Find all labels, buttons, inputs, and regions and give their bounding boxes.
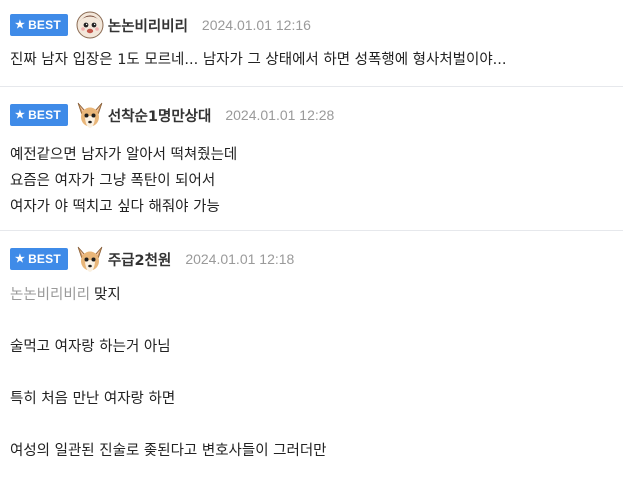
comment-timestamp: 2024.01.01 12:28 xyxy=(225,107,335,123)
avatar-icon[interactable] xyxy=(76,101,104,129)
star-icon: ★ xyxy=(15,252,26,265)
comment-item: ★ BEST 선착순1명만상대 2024.01.01 12:28 예전같으면 남… xyxy=(0,87,623,231)
comment-body: 논논비리비리 맞지 술먹고 여자랑 하는거 아님 특히 처음 만난 여자랑 하면 … xyxy=(10,282,327,464)
best-badge-label: BEST xyxy=(28,108,61,122)
comment-line-blank xyxy=(10,412,327,438)
comment-line: 여성의 일관된 진술로 좆된다고 변호사들이 그러더만 xyxy=(10,443,327,459)
comment-line: 특히 처음 만난 여자랑 하면 xyxy=(10,391,176,407)
comment-line: 진짜 남자 입장은 1도 모르네... 남자가 그 상태에서 하면 성폭행에 형… xyxy=(10,52,507,68)
comment-author[interactable]: 논논비리비리 xyxy=(108,15,188,36)
comment-line: 논논비리비리 맞지 xyxy=(10,282,327,308)
best-badge-label: BEST xyxy=(28,252,61,266)
comment-line-blank xyxy=(10,308,327,334)
comment-body: 진짜 남자 입장은 1도 모르네... 남자가 그 상태에서 하면 성폭행에 형… xyxy=(10,47,507,73)
best-badge: ★ BEST xyxy=(10,248,68,270)
comment-author[interactable]: 주급2천원 xyxy=(108,249,171,270)
comment-line: 여자가 야 떡치고 싶다 해줘야 가능 xyxy=(10,199,220,215)
comment-header: ★ BEST 선착순1명만상대 2024.01.01 12:28 xyxy=(10,100,334,130)
comment-line: 술먹고 여자랑 하는거 아님 xyxy=(10,339,171,355)
comment-line: 예전같으면 남자가 알아서 떡쳐줬는데 xyxy=(10,147,238,163)
comment-header: ★ BEST 논논비리비리 2024.01.01 12:16 xyxy=(10,10,311,40)
star-icon: ★ xyxy=(15,108,26,121)
comment-author[interactable]: 선착순1명만상대 xyxy=(108,105,211,126)
comment-line-text: 맞지 xyxy=(94,287,121,303)
avatar-icon[interactable] xyxy=(76,245,104,273)
best-badge: ★ BEST xyxy=(10,104,68,126)
comment-timestamp: 2024.01.01 12:18 xyxy=(185,251,295,267)
reply-mention[interactable]: 논논비리비리 xyxy=(10,287,90,303)
avatar-icon[interactable] xyxy=(76,11,104,39)
comment-item: ★ BEST 논논비리비리 2024.01.01 12:16 진짜 남자 입장은… xyxy=(0,0,623,87)
best-badge-label: BEST xyxy=(28,18,61,32)
comment-item: ★ BEST 주급2천원 2024.01.01 12:18 논논비리비리 맞지 술… xyxy=(0,231,623,478)
comment-body: 예전같으면 남자가 알아서 떡쳐줬는데 요즘은 여자가 그냥 폭탄이 되어서 여… xyxy=(10,142,237,220)
best-badge: ★ BEST xyxy=(10,14,68,36)
star-icon: ★ xyxy=(15,18,26,31)
comment-line: 요즘은 여자가 그냥 폭탄이 되어서 xyxy=(10,173,216,189)
comment-line-blank xyxy=(10,360,327,386)
comment-header: ★ BEST 주급2천원 2024.01.01 12:18 xyxy=(10,244,294,274)
comment-timestamp: 2024.01.01 12:16 xyxy=(201,17,311,33)
